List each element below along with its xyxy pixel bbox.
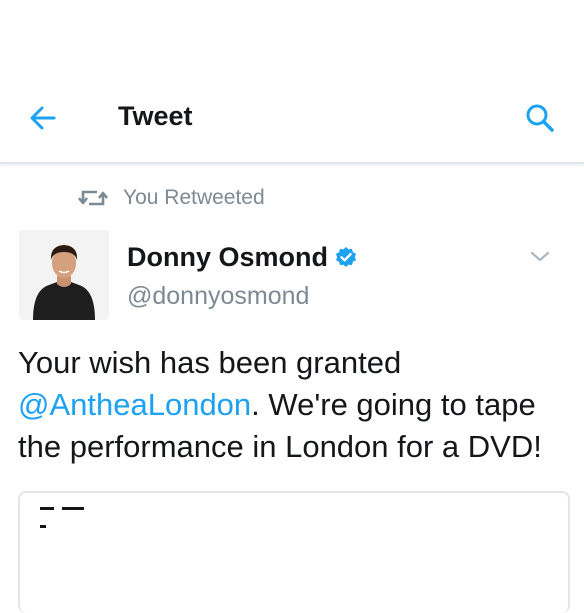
mention-link[interactable]: @AntheaLondon: [18, 387, 251, 422]
tweet-text: Your wish has been granted @AntheaLondon…: [18, 342, 574, 468]
retweet-icon: [78, 190, 108, 206]
card-text-peek: [40, 507, 100, 528]
author-name-row[interactable]: Donny Osmond: [127, 242, 358, 273]
tweet-options-button[interactable]: [526, 244, 554, 268]
page-title: Tweet: [118, 101, 193, 131]
search-icon: [526, 104, 554, 132]
app-bar: Tweet: [0, 0, 584, 164]
avatar-image: [19, 230, 109, 320]
arrow-left-icon: [30, 106, 56, 130]
tweet-text-part: Your wish has been granted: [18, 345, 402, 380]
back-button[interactable]: [24, 100, 64, 136]
avatar[interactable]: [19, 230, 109, 320]
chevron-down-icon: [530, 251, 550, 262]
retweet-label: You Retweeted: [123, 186, 265, 209]
author-handle[interactable]: @donnyosmond: [127, 282, 309, 311]
author-display-name[interactable]: Donny Osmond: [127, 242, 328, 273]
retweet-context: You Retweeted: [78, 183, 265, 213]
verified-badge-icon: [336, 246, 356, 267]
link-preview-card[interactable]: [18, 491, 570, 613]
search-button[interactable]: [520, 98, 560, 138]
